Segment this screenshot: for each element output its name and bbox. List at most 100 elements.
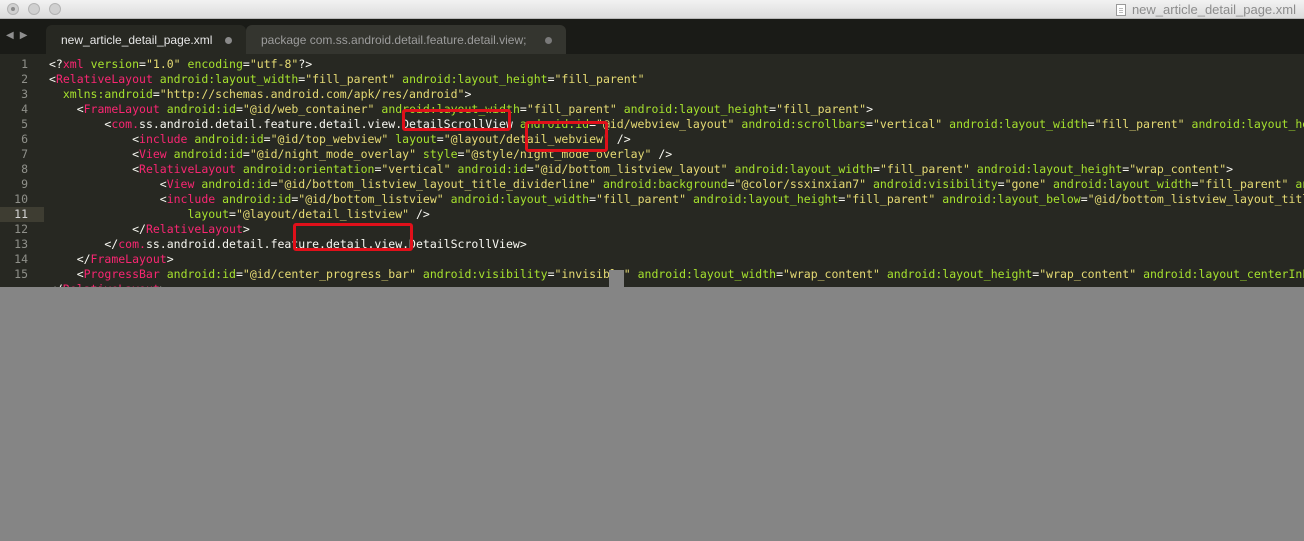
code-token: android:layout_width xyxy=(630,267,777,281)
code-token: RelativeLayout xyxy=(145,222,243,236)
zoom-window-button[interactable] xyxy=(49,3,61,15)
code-token: RelativeLayout xyxy=(55,72,153,86)
code-token: "http://schemas.android.com/apk/res/andr… xyxy=(159,87,465,101)
code-line[interactable]: <?xml version="1.0" encoding="utf-8"?> xyxy=(49,57,312,71)
annotation-box-detail-listview xyxy=(293,223,413,251)
tab-nav-arrows[interactable]: ◀▶ xyxy=(6,30,33,41)
code-line[interactable]: <com.ss.android.detail.feature.detail.vi… xyxy=(49,117,1304,131)
code-token: "gone" xyxy=(1004,177,1047,191)
line-number: 3 xyxy=(21,87,28,101)
code-token: = xyxy=(1087,117,1095,131)
code-token: "fill_parent" xyxy=(1094,117,1185,131)
code-token: < xyxy=(49,132,140,146)
code-line[interactable]: <RelativeLayout android:layout_width="fi… xyxy=(49,72,645,86)
code-token: android:id xyxy=(159,102,236,116)
code-line[interactable]: </FrameLayout> xyxy=(49,252,174,266)
code-token: style xyxy=(416,147,458,161)
annotation-box-detail-webview xyxy=(525,121,608,152)
code-line[interactable]: <RelativeLayout android:orientation = "ver… xyxy=(49,162,1233,176)
code-line[interactable]: layout="@layout/detail_listview" /> xyxy=(49,207,429,221)
code-token: "vertical" xyxy=(381,162,451,176)
code-editor[interactable]: 1 2 3 4 5 6 7 8 9 10 11 12 13 14 15 <?xml version="1.0… xyxy=(0,54,1304,287)
code-token: "wrap_content" xyxy=(1129,162,1227,176)
code-token: = xyxy=(235,267,243,281)
code-line[interactable]: </RelativeLayout> xyxy=(49,222,250,236)
code-token: > xyxy=(1226,162,1234,176)
line-number: 5 xyxy=(21,117,28,131)
minimize-window-button[interactable] xyxy=(28,3,40,15)
code-token: = xyxy=(547,72,555,86)
line-number: 10 xyxy=(14,192,28,206)
code-line[interactable]: xmlns:android="http://schemas.android.co… xyxy=(49,87,472,101)
code-token: android:layout_height xyxy=(969,162,1123,176)
code-token: android:layout_height xyxy=(395,72,548,86)
code-token: android:layout_width xyxy=(1046,177,1192,191)
annotation-box-detailscrollview xyxy=(402,109,511,131)
code-token: com. xyxy=(111,117,140,131)
code-token: = xyxy=(436,132,444,146)
code-token: <? xyxy=(49,57,63,71)
code-line[interactable]: <include android:id="@id/bottom_listview… xyxy=(49,192,1304,206)
code-token: < xyxy=(49,147,140,161)
code-token: com. xyxy=(118,237,146,251)
code-token: FrameLayout xyxy=(90,252,167,266)
tab-java-file[interactable]: package com.ss.android.detail.feature.de… xyxy=(246,25,566,54)
code-token: android:visibility xyxy=(866,177,998,191)
code-token: "@id/bottom_listview_layout_title_divide… xyxy=(1087,192,1304,206)
unsaved-dot-icon[interactable] xyxy=(545,37,552,44)
code-token: "@id/webview_layout" xyxy=(596,117,735,131)
code-token: = xyxy=(235,102,243,116)
unsaved-dot-icon[interactable] xyxy=(225,37,232,44)
code-token: = xyxy=(519,102,527,116)
line-number: 14 xyxy=(14,252,28,266)
close-window-button[interactable] xyxy=(7,3,19,15)
code-token: > xyxy=(866,102,874,116)
line-number: 8 xyxy=(21,162,28,176)
line-number: 11 xyxy=(14,207,28,221)
code-token: layout xyxy=(388,132,437,146)
code-token: encoding xyxy=(180,57,243,71)
code-line[interactable]: <View android:id="@id/bottom_listview_la… xyxy=(49,177,1304,191)
code-token: "fill_parent" xyxy=(526,102,617,116)
line-number: 15 xyxy=(14,267,28,281)
code-token: = xyxy=(997,177,1005,191)
code-line[interactable]: </com.ss.android.detail.feature.detail.v… xyxy=(49,237,526,251)
code-token: = xyxy=(547,267,555,281)
code-token: android:layout_centerInParent xyxy=(1143,267,1304,281)
code-token: = xyxy=(776,267,784,281)
code-token: < xyxy=(49,72,56,86)
window-title-label: new_article_detail_page.xml xyxy=(1131,2,1296,17)
code-token: "fill_parent" xyxy=(879,162,970,176)
tab-label: package com.ss.android.detail.feature.de… xyxy=(261,33,527,47)
code-token: "@id/bottom_listview_layout_title_divide… xyxy=(277,177,597,191)
code-token: "fill_parent" xyxy=(845,192,936,206)
code-token: "vertical" xyxy=(872,117,943,131)
code-token: android:id xyxy=(187,132,264,146)
line-number: 6 xyxy=(21,132,28,146)
code-token: = xyxy=(152,87,160,101)
code-token: FrameLayout xyxy=(83,102,160,116)
code-token: = xyxy=(263,132,271,146)
chevron-right-icon[interactable]: ▶ xyxy=(20,30,34,41)
code-line[interactable]: <ProgressBar android:id="@id/center_prog… xyxy=(49,267,1304,281)
line-number: 13 xyxy=(14,237,28,251)
code-token: = xyxy=(873,162,880,176)
code-token: RelativeLayout xyxy=(139,162,236,176)
code-token: > xyxy=(166,252,174,266)
line-number: 12 xyxy=(14,222,28,236)
tab-label: new_article_detail_page.xml xyxy=(61,33,213,47)
code-token: "utf-8" xyxy=(249,57,299,71)
code-token: include xyxy=(139,132,188,146)
code-token: View xyxy=(166,177,195,191)
code-token: android:orientation xyxy=(235,162,375,176)
code-token: = xyxy=(526,162,534,176)
code-token: android:id xyxy=(166,147,243,161)
code-token: "fill_parent" xyxy=(596,192,687,206)
code-token: android:layout_height xyxy=(686,192,839,206)
tab-xml-file[interactable]: new_article_detail_page.xml xyxy=(46,25,246,54)
code-token: xmlns:android xyxy=(49,87,153,101)
chevron-left-icon[interactable]: ◀ xyxy=(6,30,20,41)
code-token: = xyxy=(727,177,735,191)
code-token: = xyxy=(242,57,250,71)
code-token: < xyxy=(49,117,112,131)
